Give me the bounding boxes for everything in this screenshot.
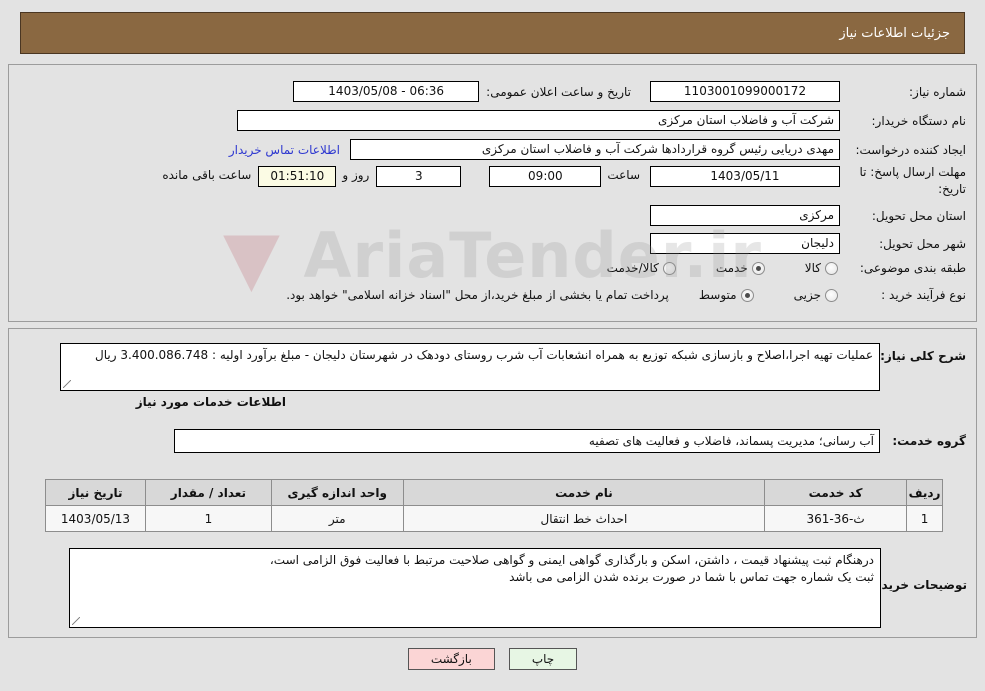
buyer-notes-line-1: درهنگام ثبت پیشنهاد قیمت ، داشتن، اسکن و… [269, 553, 874, 567]
deadline-remaining-label: ساعت باقی مانده [162, 168, 252, 182]
table-row: 1 ث-36-361 احداث خط انتقال متر 1 1403/05… [45, 505, 943, 532]
buyer-contact-link[interactable]: اطلاعات تماس خریدار [229, 143, 340, 157]
radio-process-jozei[interactable]: جزیی [794, 288, 838, 302]
table-header-row: ردیف کد خدمت نام خدمت واحد اندازه گیری ت… [45, 479, 943, 506]
cell-unit: متر [270, 505, 404, 532]
delivery-province-label: استان محل تحویل: [871, 208, 966, 223]
page-header: جزئیات اطلاعات نیاز [20, 12, 965, 54]
deadline-time-value: 09:00 [489, 166, 602, 187]
need-info-panel: شماره نیاز: 1103001099000172 تاریخ و ساع… [8, 64, 977, 322]
service-group-row: گروه خدمت: آب رسانی؛ مدیریت پسماند، فاضل… [174, 429, 966, 453]
purchase-process-row: نوع فرآیند خرید : جزیی متوسط پرداخت تمام… [286, 288, 966, 302]
service-group-value: آب رسانی؛ مدیریت پسماند، فاضلاب و فعالیت… [174, 429, 880, 453]
deadline-days-value: 3 [376, 166, 462, 187]
radio-input-khedmat[interactable] [751, 261, 765, 275]
table-header-radif: ردیف [906, 479, 943, 506]
deadline-days-label: روز و [342, 168, 370, 182]
need-number-value: 1103001099000172 [650, 81, 840, 102]
radio-input-motavaset[interactable] [740, 288, 754, 302]
page-root: جزئیات اطلاعات نیاز شماره نیاز: 11030010… [0, 0, 985, 691]
buyer-notes-value[interactable]: درهنگام ثبت پیشنهاد قیمت ، داشتن، اسکن و… [69, 548, 881, 628]
services-table: ردیف کد خدمت نام خدمت واحد اندازه گیری ت… [45, 479, 943, 532]
table-header-unit: واحد اندازه گیری [270, 479, 404, 506]
print-button[interactable]: چاپ [508, 648, 578, 670]
delivery-city-value: دلیجان [650, 233, 840, 254]
deadline-label: مهلت ارسال پاسخ: تا تاریخ: [859, 165, 966, 196]
delivery-city-label: شهر محل تحویل: [879, 236, 966, 251]
cell-quantity: 1 [145, 505, 272, 532]
buyer-org-value: شرکت آب و فاضلاب استان مرکزی [237, 110, 840, 131]
radio-process-motavaset[interactable]: متوسط [699, 288, 754, 302]
buyer-org-label: نام دستگاه خریدار: [871, 113, 967, 128]
announce-datetime-label: تاریخ و ساعت اعلان عمومی: [486, 84, 631, 99]
deadline-countdown-value: 01:51:10 [258, 166, 337, 187]
page-title: جزئیات اطلاعات نیاز [839, 25, 950, 41]
radio-input-jozei[interactable] [825, 288, 838, 302]
back-button[interactable]: بازگشت [407, 648, 495, 670]
delivery-city-row: شهر محل تحویل: دلیجان [650, 233, 966, 254]
radio-subject-khedmat[interactable]: خدمت [716, 261, 765, 275]
buyer-notes-row: توضیحات خریدار: درهنگام ثبت پیشنهاد قیمت… [69, 548, 967, 628]
buyer-notes-label: توضیحات خریدار: [865, 578, 967, 592]
request-creator-row: ایجاد کننده درخواست: مهدی دریایی رئیس گر… [229, 139, 966, 160]
radio-subject-kala-khedmat[interactable]: کالا/خدمت [607, 261, 676, 275]
cell-need-date: 1403/05/13 [45, 505, 146, 532]
radio-label-khedmat: خدمت [715, 261, 748, 275]
general-description-value[interactable]: عملیات تهیه اجرا،اصلاح و بازسازی شبکه تو… [60, 343, 880, 391]
radio-label-kala-khedmat: کالا/خدمت [606, 261, 659, 275]
cell-service-code: ث-36-361 [764, 505, 908, 532]
radio-input-kala-khedmat[interactable] [662, 261, 676, 275]
buyer-org-row: نام دستگاه خریدار: شرکت آب و فاضلاب استا… [237, 110, 966, 131]
purchase-process-label: نوع فرآیند خرید : [881, 288, 966, 302]
buyer-notes-line-2: ثبت یک شماره جهت تماس با شما در صورت برن… [509, 570, 874, 584]
table-header-need-date: تاریخ نیاز [45, 479, 146, 506]
services-heading: اطلاعات خدمات مورد نیاز [135, 395, 286, 409]
subject-category-label: طبقه بندی موضوعی: [859, 261, 966, 275]
request-creator-label: ایجاد کننده درخواست: [855, 142, 966, 157]
need-number-row: شماره نیاز: 1103001099000172 [650, 81, 966, 102]
general-description-label: شرح کلی نیاز: [880, 349, 966, 363]
deadline-date-value: 1403/05/11 [650, 166, 840, 187]
request-creator-value: مهدی دریایی رئیس گروه قراردادها شرکت آب … [350, 139, 840, 160]
cell-service-name: احداث خط انتقال [402, 505, 766, 532]
delivery-province-row: استان محل تحویل: مرکزی [650, 205, 966, 226]
cell-radif: 1 [906, 505, 943, 532]
delivery-province-value: مرکزی [650, 205, 840, 226]
service-group-label: گروه خدمت: [892, 434, 966, 448]
radio-label-kala: کالا [804, 261, 821, 275]
purchase-process-note: پرداخت تمام یا بخشی از مبلغ خرید،از محل … [286, 288, 669, 302]
need-number-label: شماره نیاز: [909, 84, 966, 99]
deadline-row: مهلت ارسال پاسخ: تا تاریخ: 1403/05/11 سا… [162, 164, 966, 198]
table-header-service-name: نام خدمت [402, 479, 766, 506]
general-description-row: شرح کلی نیاز: عملیات تهیه اجرا،اصلاح و ب… [60, 343, 966, 391]
table-header-quantity: تعداد / مقدار [145, 479, 272, 506]
radio-label-jozei: جزیی [793, 288, 821, 302]
action-buttons: بازگشت چاپ [0, 648, 985, 670]
table-header-service-code: کد خدمت [764, 479, 908, 506]
announce-datetime-row: تاریخ و ساعت اعلان عمومی: 06:36 - 1403/0… [293, 81, 631, 102]
radio-subject-kala[interactable]: کالا [805, 261, 838, 275]
deadline-time-label: ساعت [607, 168, 640, 182]
announce-datetime-value: 06:36 - 1403/05/08 [293, 81, 480, 102]
radio-label-motavaset: متوسط [698, 288, 737, 302]
subject-category-row: طبقه بندی موضوعی: کالا خدمت کالا/خدمت [607, 261, 966, 275]
radio-input-kala[interactable] [825, 261, 838, 275]
